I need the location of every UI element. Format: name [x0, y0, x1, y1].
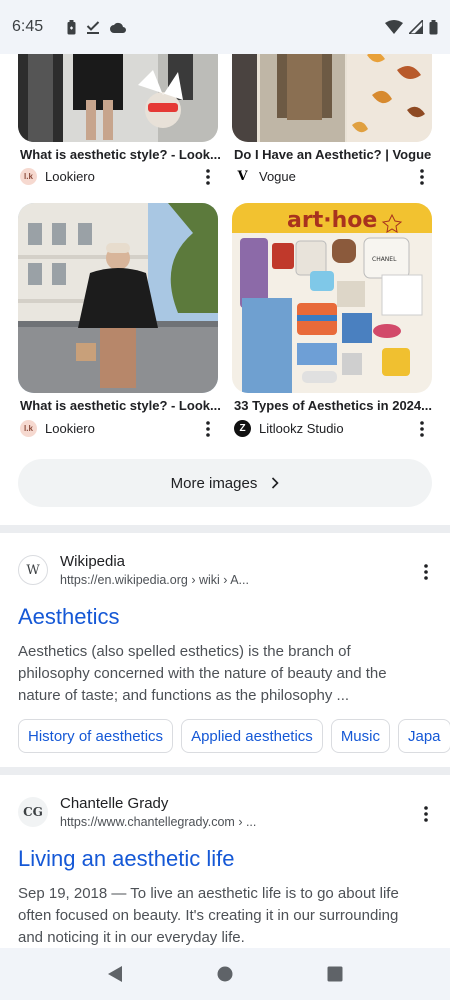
chip-applied-aesthetics[interactable]: Applied aesthetics	[181, 719, 323, 753]
recents-icon[interactable]	[315, 954, 355, 994]
section-divider	[0, 525, 450, 533]
image-caption[interactable]: What is aesthetic style? - Look...	[20, 147, 230, 162]
more-options-icon[interactable]	[412, 419, 432, 439]
result-source-header[interactable]: W Wikipedia https://en.wikipedia.org › w…	[18, 553, 249, 587]
image-result-3[interactable]: What is aesthetic style? - Look... l.k L…	[18, 203, 221, 443]
image-source-name: Litlookz Studio	[259, 421, 344, 436]
chip-japanese-aesthetics[interactable]: Japa	[397, 719, 450, 753]
more-options-icon[interactable]	[198, 167, 218, 187]
cloud-icon	[110, 22, 127, 33]
more-images-label: More images	[170, 474, 258, 492]
result-more-options-icon[interactable]	[416, 804, 436, 824]
image-thumbnail[interactable]: art·hoe CHANEL	[232, 203, 432, 393]
image-thumbnail[interactable]	[18, 203, 218, 393]
status-time: 6:45	[12, 18, 44, 35]
result-more-options-icon[interactable]	[416, 562, 436, 582]
search-results: What is aesthetic style? - Look... l.k L…	[0, 0, 450, 948]
image-result-4[interactable]: art·hoe CHANEL 33 Types of Aesthetics in…	[232, 203, 432, 443]
wifi-icon	[385, 20, 403, 34]
image-source-name: Lookiero	[45, 421, 95, 436]
result-snippet: Sep 19, 2018 — To live an aesthetic life…	[18, 885, 399, 946]
result-url: https://www.chantellegrady.com › ...	[60, 815, 257, 829]
lookiero-logo-icon: l.k	[20, 420, 37, 437]
chevron-right-icon	[271, 477, 279, 489]
status-right	[385, 19, 438, 35]
status-left: 6:45	[12, 18, 127, 36]
image-source-name: Vogue	[259, 169, 296, 184]
status-bar: 6:45	[0, 0, 450, 54]
download-done-icon	[86, 20, 100, 34]
litlookz-logo-icon: Z	[234, 420, 251, 437]
more-options-icon[interactable]	[412, 167, 432, 187]
battery-saver-icon	[67, 19, 76, 35]
image-source[interactable]: l.k Lookiero	[20, 420, 95, 437]
image-caption[interactable]: Do I Have an Aesthetic? | Vogue	[234, 147, 444, 162]
vogue-logo-icon: V	[234, 168, 251, 185]
more-options-icon[interactable]	[198, 419, 218, 439]
image-source[interactable]: Z Litlookz Studio	[234, 420, 344, 437]
result-snippet: Aesthetics (also spelled esthetics) is t…	[18, 643, 387, 704]
image-caption[interactable]: 33 Types of Aesthetics in 2024...	[234, 398, 444, 413]
wikipedia-favicon-icon: W	[18, 555, 48, 585]
image-source-name: Lookiero	[45, 169, 95, 184]
back-icon[interactable]	[95, 954, 135, 994]
chip-history-of-aesthetics[interactable]: History of aesthetics	[18, 719, 174, 753]
more-images-button[interactable]: More images	[18, 459, 432, 507]
section-divider	[0, 767, 450, 775]
lookiero-logo-icon: l.k	[20, 168, 37, 185]
chanel-label: CHANEL	[372, 256, 397, 263]
art-hoe-label: art·hoe	[287, 208, 377, 233]
image-source[interactable]: V Vogue	[234, 168, 296, 185]
chip-music[interactable]: Music	[330, 719, 390, 753]
battery-icon	[429, 19, 438, 35]
related-chips: History of aesthetics Applied aesthetics…	[18, 719, 450, 753]
image-caption[interactable]: What is aesthetic style? - Look...	[20, 398, 230, 413]
image-source[interactable]: l.k Lookiero	[20, 168, 95, 185]
navigation-bar	[0, 948, 450, 1000]
home-icon[interactable]	[205, 954, 245, 994]
chantelle-grady-favicon-icon: CG	[18, 797, 48, 827]
result-title-link[interactable]: Aesthetics	[18, 604, 120, 630]
result-title-link[interactable]: Living an aesthetic life	[18, 846, 234, 872]
signal-icon	[409, 20, 423, 34]
result-site-name: Wikipedia	[60, 553, 126, 570]
result-site-name: Chantelle Grady	[60, 795, 169, 812]
result-url: https://en.wikipedia.org › wiki › A...	[60, 573, 249, 587]
result-source-header[interactable]: CG Chantelle Grady https://www.chantelle…	[18, 795, 256, 829]
